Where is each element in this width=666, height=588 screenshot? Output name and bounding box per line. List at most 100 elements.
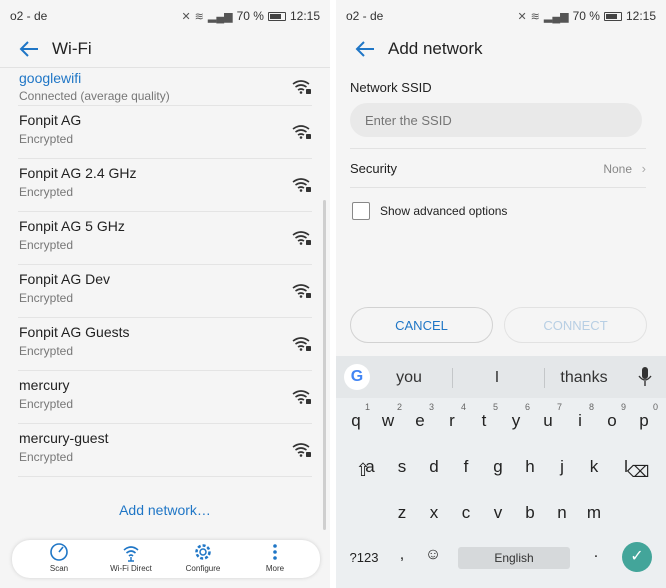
more-button[interactable]: More [240,542,310,573]
more-label: More [265,564,285,573]
key-char: c [461,503,471,522]
backspace-key[interactable]: ⌫ [624,462,652,482]
key-r[interactable]: 4r [436,402,468,442]
clock: 12:15 [289,9,320,23]
cancel-button[interactable]: CANCEL [350,307,493,343]
key-m[interactable]: m [578,494,610,534]
key-h[interactable]: h [514,448,546,488]
back-arrow-icon[interactable] [18,38,40,60]
scrollbar[interactable] [323,200,326,530]
wifi-network-row[interactable]: Fonpit AG 5 GHz Encrypted [18,212,312,265]
wifi-direct-button[interactable]: Wi-Fi Direct [96,542,166,573]
suggestion-strip: G you I thanks [336,356,666,398]
key-hint-number: 3 [428,402,434,412]
wifi-network-row[interactable]: Fonpit AG 2.4 GHz Encrypted [18,159,312,212]
key-v[interactable]: v [482,494,514,534]
wifi-network-status: Encrypted [19,450,74,464]
configure-button[interactable]: Configure [168,542,238,573]
wifi-network-name: Fonpit AG Guests [19,324,130,340]
wifi-network-row[interactable]: Fonpit AG Guests Encrypted [18,318,312,371]
security-value: None [603,162,632,176]
key-t[interactable]: 5t [468,402,500,442]
wifi-network-row[interactable]: Fonpit AG Dev Encrypted [18,265,312,318]
wifi-network-name: googlewifi [19,70,82,86]
key-y[interactable]: 6y [500,402,532,442]
more-vertical-icon [273,544,277,560]
key-char: m [586,503,602,522]
key-char: z [397,503,407,522]
microphone-icon[interactable] [638,367,652,387]
key-x[interactable]: x [418,494,450,534]
wifi-network-row[interactable]: Fonpit AG Encrypted [18,106,312,159]
key-g[interactable]: g [482,448,514,488]
signal-icon: ▂▄▆ [207,10,233,23]
key-hint-number: 6 [524,402,530,412]
key-s[interactable]: s [386,448,418,488]
wifi-status-icon: ≋ [530,10,540,23]
key-hint-number: 0 [652,402,658,412]
advanced-options-label: Show advanced options [380,204,508,218]
ssid-label: Network SSID [350,80,432,95]
add-network-link[interactable]: Add network… [0,502,330,518]
key-q[interactable]: 1q [340,402,372,442]
period-key[interactable]: . [590,544,602,562]
space-key[interactable]: English [458,547,570,569]
key-w[interactable]: 2w [372,402,404,442]
key-d[interactable]: d [418,448,450,488]
wifi-lock-icon [292,337,311,351]
back-arrow-icon[interactable] [354,38,376,60]
mute-icon: ✕ [517,10,527,23]
key-char: g [493,457,503,476]
key-o[interactable]: 9o [596,402,628,442]
symbols-key[interactable]: ?123 [346,550,382,565]
wifi-direct-label: Wi-Fi Direct [110,564,152,573]
security-selector[interactable]: Security None › [350,148,646,188]
enter-key[interactable]: ✓ [622,542,652,572]
wifi-network-name: mercury-guest [19,430,109,446]
suggestion-thanks[interactable]: thanks [539,369,629,387]
wifi-network-name: Fonpit AG 5 GHz [19,218,125,234]
status-icons: ✕ ≋ ▂▄▆ 70 % 12:15 [517,9,656,23]
key-char: d [429,457,439,476]
ssid-input[interactable] [350,103,642,137]
key-i[interactable]: 8i [564,402,596,442]
key-k[interactable]: k [578,448,610,488]
key-n[interactable]: n [546,494,578,534]
key-hint-number: 5 [492,402,498,412]
key-b[interactable]: b [514,494,546,534]
key-char: x [429,503,439,522]
bottom-toolbar: Scan Wi-Fi Direct Configure More [12,540,320,578]
battery-percent: 70 % [572,9,600,23]
suggestion-you[interactable]: you [364,369,454,387]
wifi-network-name: Fonpit AG 2.4 GHz [19,165,137,181]
suggestion-i[interactable]: I [452,369,542,387]
key-p[interactable]: 0p [628,402,660,442]
comma-key[interactable]: , [394,546,410,564]
check-icon: ✓ [630,548,644,565]
emoji-key[interactable]: ☺ [422,546,444,564]
key-u[interactable]: 7u [532,402,564,442]
gear-icon [195,544,211,560]
key-hint-number: 9 [620,402,626,412]
advanced-options-toggle[interactable]: Show advanced options [352,201,507,221]
wifi-network-row[interactable]: googlewifi Connected (average quality) [18,69,312,106]
shift-key[interactable]: ⇧ [350,460,376,481]
scan-button[interactable]: Scan [24,542,94,573]
wifi-network-row[interactable]: mercury-guest Encrypted [18,424,312,477]
wifi-network-name: mercury [19,377,70,393]
on-screen-keyboard: G you I thanks 1q2w3e4r5t6y7u8i9o0p asdf… [336,356,666,588]
page-title: Add network [388,39,483,58]
key-c[interactable]: c [450,494,482,534]
key-char: b [525,503,535,522]
wifi-network-row[interactable]: mercury Encrypted [18,371,312,424]
key-z[interactable]: z [386,494,418,534]
key-f[interactable]: f [450,448,482,488]
connect-button[interactable]: CONNECT [504,307,647,343]
key-char: v [493,503,503,522]
key-e[interactable]: 3e [404,402,436,442]
clock: 12:15 [625,9,656,23]
advanced-options-checkbox[interactable] [352,202,370,220]
key-j[interactable]: j [546,448,578,488]
key-char: k [589,457,599,476]
wifi-settings-screen: o2 - de ✕ ≋ ▂▄▆ 70 % 12:15 Wi-Fi googlew… [0,0,330,588]
